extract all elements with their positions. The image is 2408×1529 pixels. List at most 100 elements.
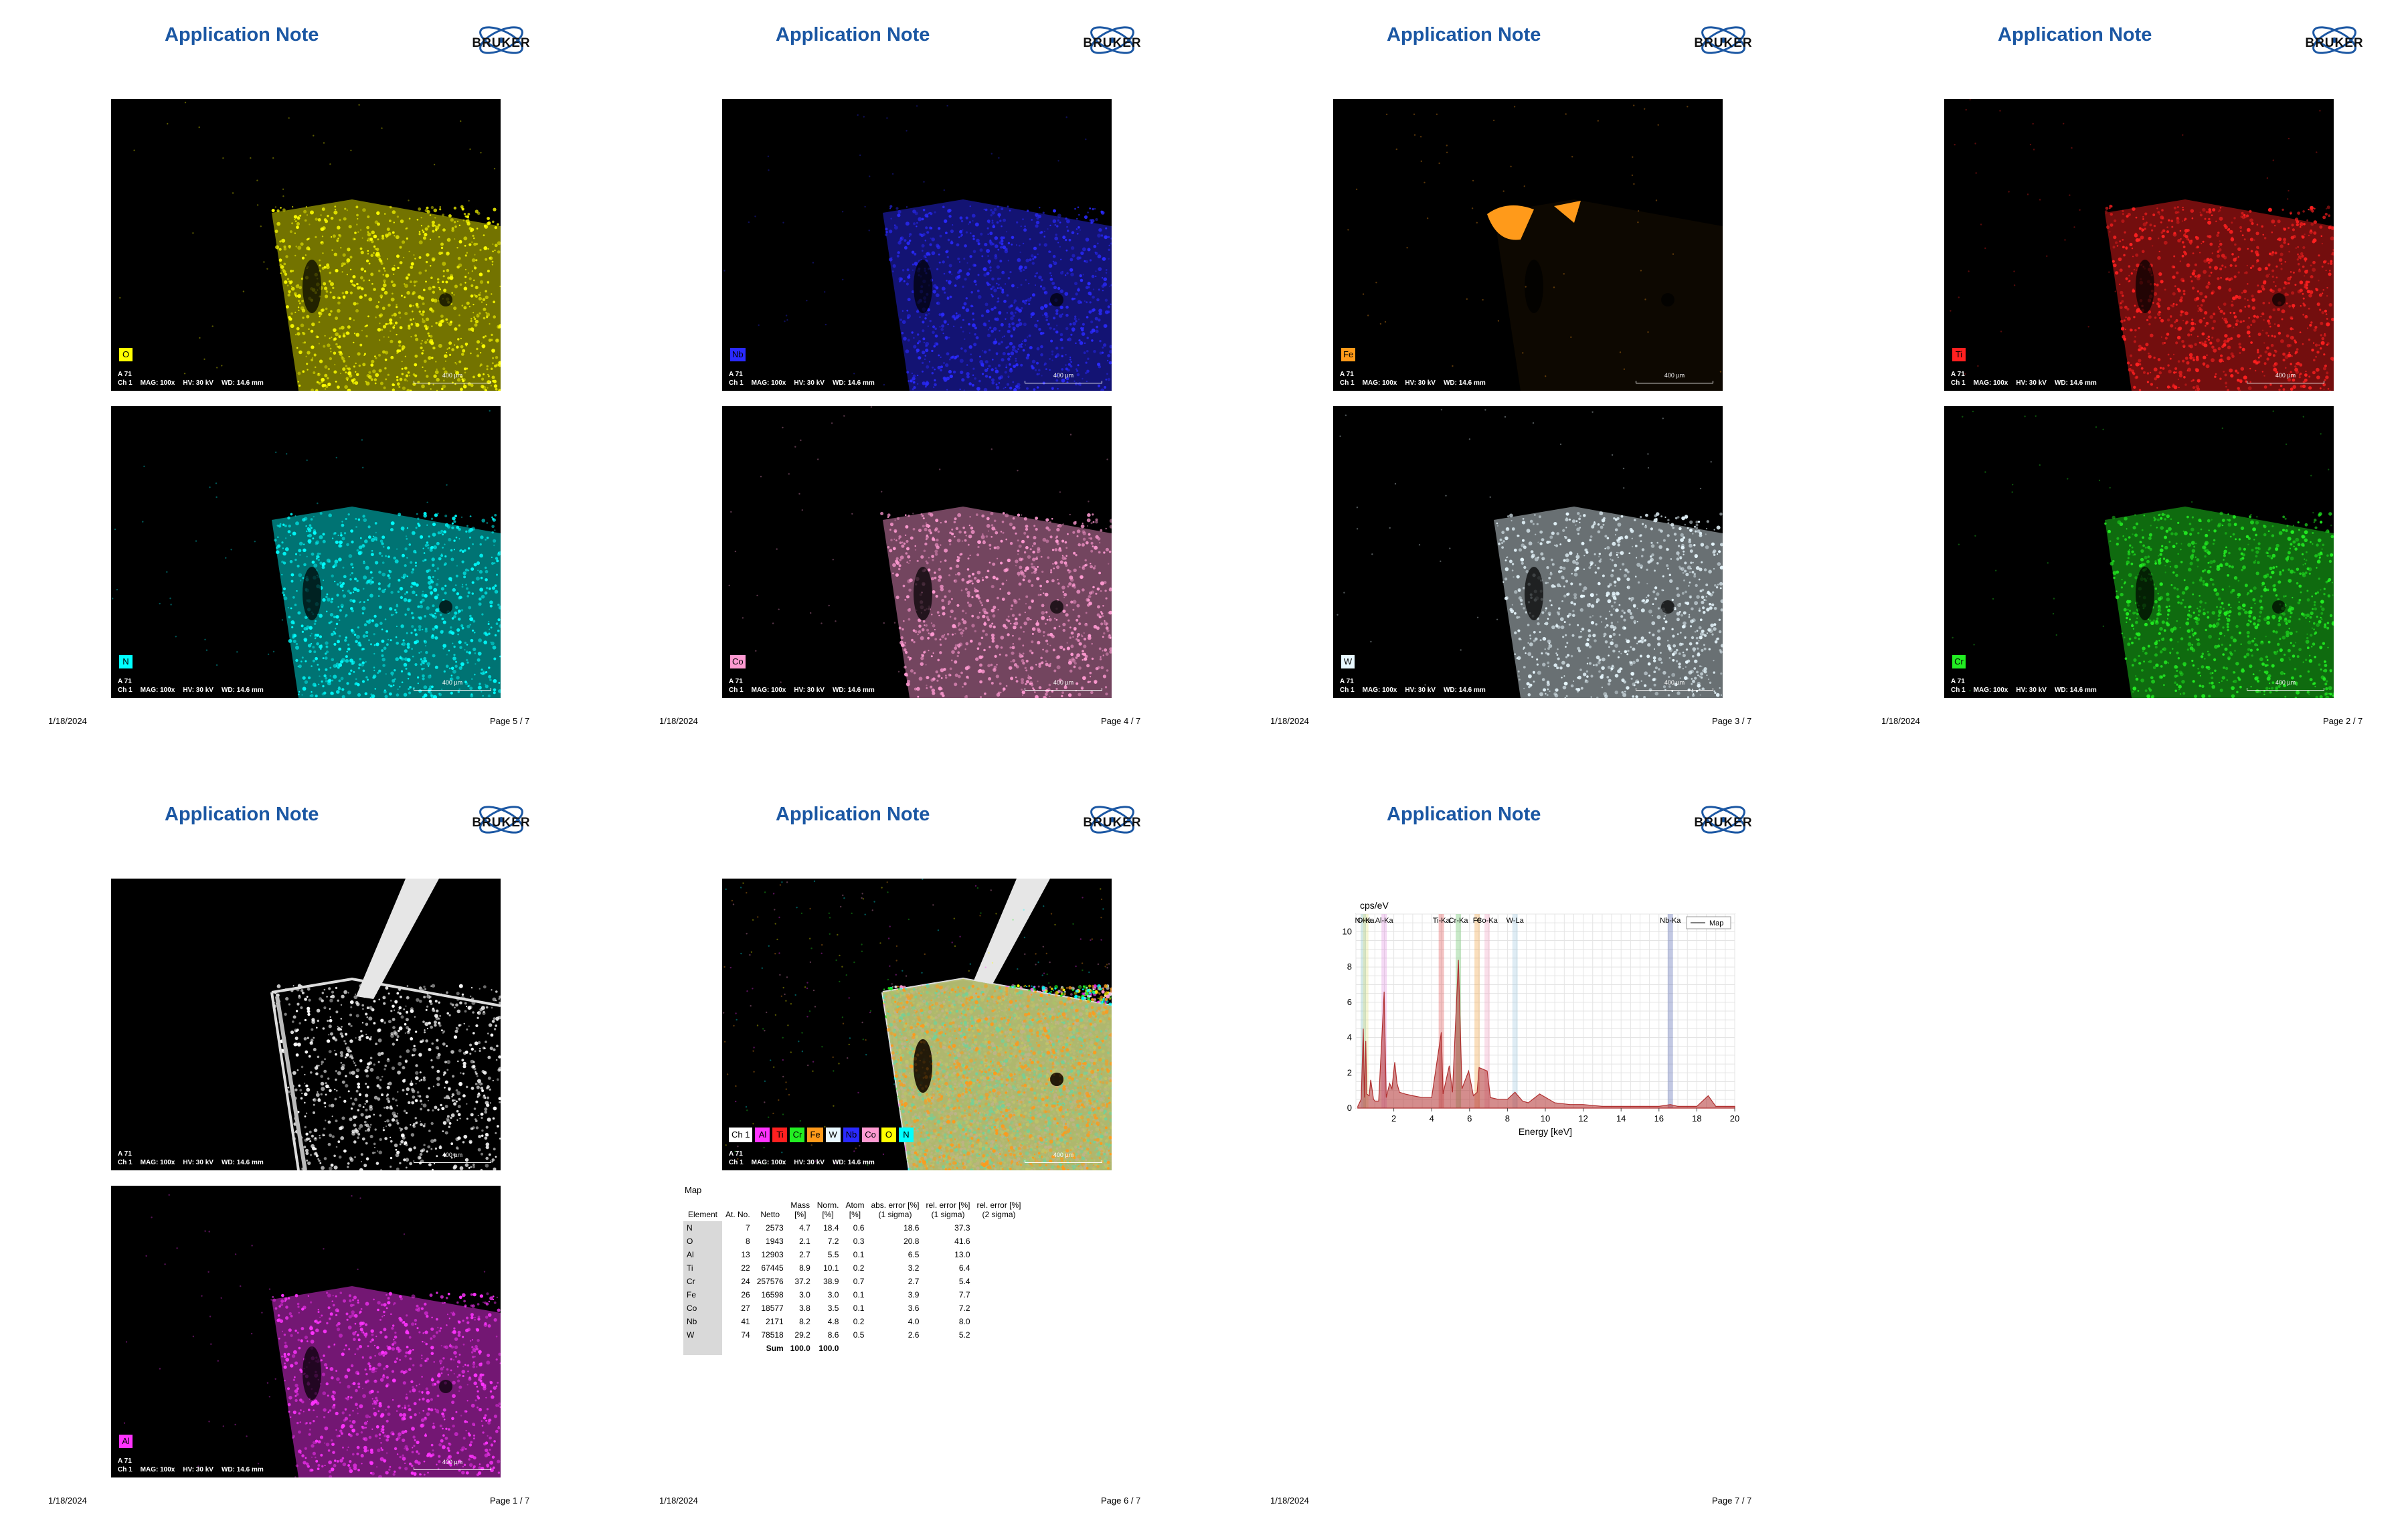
image-meta-wd: WD: 14.6 mm (832, 1159, 875, 1166)
element-map-render (1950, 99, 2334, 391)
value-cell: 8.9 (799, 1263, 810, 1273)
table-row: W 74 78518 29.2 8.6 0.5 2.6 5.2 (683, 1328, 1025, 1342)
overlay-legend-item: W (825, 1128, 841, 1142)
value-cell: 67445 (761, 1263, 784, 1273)
header-title: Application Note (776, 804, 930, 825)
image-metadata: Ch 1 MAG: 100x HV: 30 kV WD: 14.6 mm (118, 1466, 272, 1473)
value-cell: 18.4 (823, 1223, 839, 1233)
value-cell: 13.0 (954, 1250, 970, 1259)
quant-table-header: At. No. (722, 1198, 754, 1221)
overlay-legend-item: Cr (790, 1128, 805, 1142)
y-tick-label: 4 (1347, 1032, 1352, 1043)
report-page: Application Note BRUKER 1/18/2024 Page 4 / … (611, 0, 1222, 749)
element-map-image[interactable]: N A 71 Ch 1 MAG: 100x HV: 30 kV WD: 14.6 mm 40… (111, 406, 501, 698)
sum-value: 100.0 (819, 1344, 839, 1353)
value-cell: 2.7 (908, 1277, 920, 1286)
value-cell: 0.7 (853, 1277, 865, 1286)
image-meta-mag: MAG: 100x (1362, 379, 1397, 387)
value-cell: 8.6 (827, 1330, 839, 1340)
y-axis-label: cps/eV (1360, 900, 1389, 911)
element-map-image[interactable]: W A 71 Ch 1 MAG: 100x HV: 30 kV WD: 14.6 mm 40… (1333, 406, 1723, 698)
value-cell: 6.5 (908, 1250, 920, 1259)
peak-label: Co-Ka (1477, 917, 1498, 925)
value-cell: 13 (741, 1250, 750, 1259)
element-map-image[interactable]: Al A 71 Ch 1 MAG: 100x HV: 30 kV WD: 14.6 mm 4… (111, 1186, 501, 1477)
image-meta-mag: MAG: 100x (1362, 687, 1397, 694)
element-map-image[interactable]: Fe A 71 Ch 1 MAG: 100x HV: 30 kV WD: 14.6 mm 4… (1333, 99, 1723, 391)
table-row: Cr 24 257576 37.2 38.9 0.7 2.7 5.4 (683, 1275, 1025, 1288)
value-cell: 4.8 (827, 1317, 839, 1326)
quant-table-header-row: Element At. No. Netto Mass [%] Norm. [%] Atom [%… (683, 1198, 1025, 1221)
element-tag: Ti (1952, 348, 1966, 361)
element-map-render (119, 102, 501, 391)
element-map-image[interactable]: Ti A 71 Ch 1 MAG: 100x HV: 30 kV WD: 14.6 mm 4… (1944, 99, 2334, 391)
header-title: Application Note (1387, 804, 1541, 825)
element-map-render (270, 879, 501, 1170)
scale-bar-label: 400 µm (1664, 679, 1685, 686)
footer-page-number: Page 5 / 7 (490, 716, 530, 726)
x-tick-label: 4 (1430, 1113, 1434, 1123)
value-cell: 1943 (766, 1237, 784, 1246)
image-meta-hv: HV: 30 kV (2016, 687, 2047, 694)
peak-label: Nb-Ka (1660, 917, 1681, 925)
overlay-map-image[interactable]: Ch 1 Al Ti Cr Fe W Nb Co O N A 71 Ch 1 MAG: 100x HV: … (722, 879, 1112, 1170)
element-cell: N (683, 1221, 722, 1235)
value-cell: 20.8 (904, 1237, 920, 1246)
report-page: Application Note BRUKER 1/18/2024 Page 1 / … (0, 780, 611, 1529)
image-meta-mag: MAG: 100x (751, 687, 786, 694)
quant-table: Element At. No. Netto Mass [%] Norm. [%] Atom [%… (683, 1198, 1025, 1355)
element-tag: Fe (1341, 348, 1356, 361)
image-meta-wd: WD: 14.6 mm (221, 687, 264, 694)
scale-bar: 400 µm (2247, 679, 2324, 691)
footer-page-number: Page 6 / 7 (1101, 1496, 1141, 1506)
value-cell: 0.2 (853, 1317, 865, 1326)
element-map-render (1337, 409, 1723, 698)
value-cell: 5.4 (958, 1277, 970, 1286)
overlay-map-render (722, 879, 1112, 1170)
image-meta-wd: WD: 14.6 mm (832, 379, 875, 387)
element-tag: Cr (1952, 655, 1966, 668)
table-row: Fe 26 16598 3.0 3.0 0.1 3.9 7.7 (683, 1288, 1025, 1301)
element-cell: Fe (683, 1288, 722, 1301)
quant-header-line: rel. error [%] (976, 1200, 1021, 1210)
image-meta-channel: Ch 1 (1340, 687, 1355, 694)
scale-bar-line (414, 381, 491, 383)
value-cell: 5.5 (827, 1250, 839, 1259)
x-tick-label: 8 (1505, 1113, 1510, 1123)
x-tick-label: 10 (1541, 1113, 1550, 1123)
sum-row: Sum 100.0 100.0 (683, 1342, 1025, 1355)
image-meta-wd: WD: 14.6 mm (2054, 379, 2097, 387)
value-cell: 8.0 (958, 1317, 970, 1326)
quant-header-line: abs. error [%] (871, 1200, 920, 1210)
element-map-image[interactable]: Co A 71 Ch 1 MAG: 100x HV: 30 kV WD: 14.6 mm 4… (722, 406, 1112, 698)
element-map-image[interactable]: Nb A 71 Ch 1 MAG: 100x HV: 30 kV WD: 14.6 mm 4… (722, 99, 1112, 391)
value-cell: 0.1 (853, 1303, 865, 1313)
x-tick-label: 18 (1692, 1113, 1701, 1123)
quant-header-line: Mass (790, 1200, 810, 1210)
element-map-image[interactable]: Cr A 71 Ch 1 MAG: 100x HV: 30 kV WD: 14.6 mm 4… (1944, 406, 2334, 698)
image-label: A 71 (729, 678, 743, 685)
report-page: Application Note BRUKER 1/18/2024 Page 7 / … (1222, 780, 1833, 1529)
element-tag: Co (730, 655, 746, 668)
scale-bar-label: 400 µm (1053, 679, 1074, 686)
scale-bar: 400 µm (414, 1459, 491, 1470)
quant-table-header: Norm. [%] (814, 1198, 843, 1221)
image-metadata: Ch 1 MAG: 100x HV: 30 kV WD: 14.6 mm (729, 687, 883, 694)
overlay-legend-item: Co (862, 1128, 879, 1142)
report-page: Application Note BRUKER 1/18/2024 Page 2 / … (1833, 0, 2408, 749)
sum-value: 100.0 (790, 1344, 810, 1353)
element-cell: Nb (683, 1315, 722, 1328)
scale-bar-line (414, 688, 491, 691)
header-title: Application Note (1387, 24, 1541, 46)
report-page: Application Note BRUKER 1/18/2024 Page 6 / … (611, 780, 1222, 1529)
header-title: Application Note (165, 24, 319, 46)
scale-bar-line (2247, 688, 2324, 691)
value-cell: 5.2 (958, 1330, 970, 1340)
scale-bar-line (2247, 381, 2324, 383)
element-map-image[interactable]: O A 71 Ch 1 MAG: 100x HV: 30 kV WD: 14.6 mm 40… (111, 99, 501, 391)
overlay-legend-item: O (881, 1128, 896, 1142)
y-tick-label: 6 (1347, 997, 1352, 1007)
element-map-image[interactable]: A 71 Ch 1 MAG: 100x HV: 30 kV WD: 14.6 mm 400… (111, 879, 501, 1170)
scale-bar-label: 400 µm (1664, 372, 1685, 379)
overlay-legend-item: Ti (772, 1128, 788, 1142)
